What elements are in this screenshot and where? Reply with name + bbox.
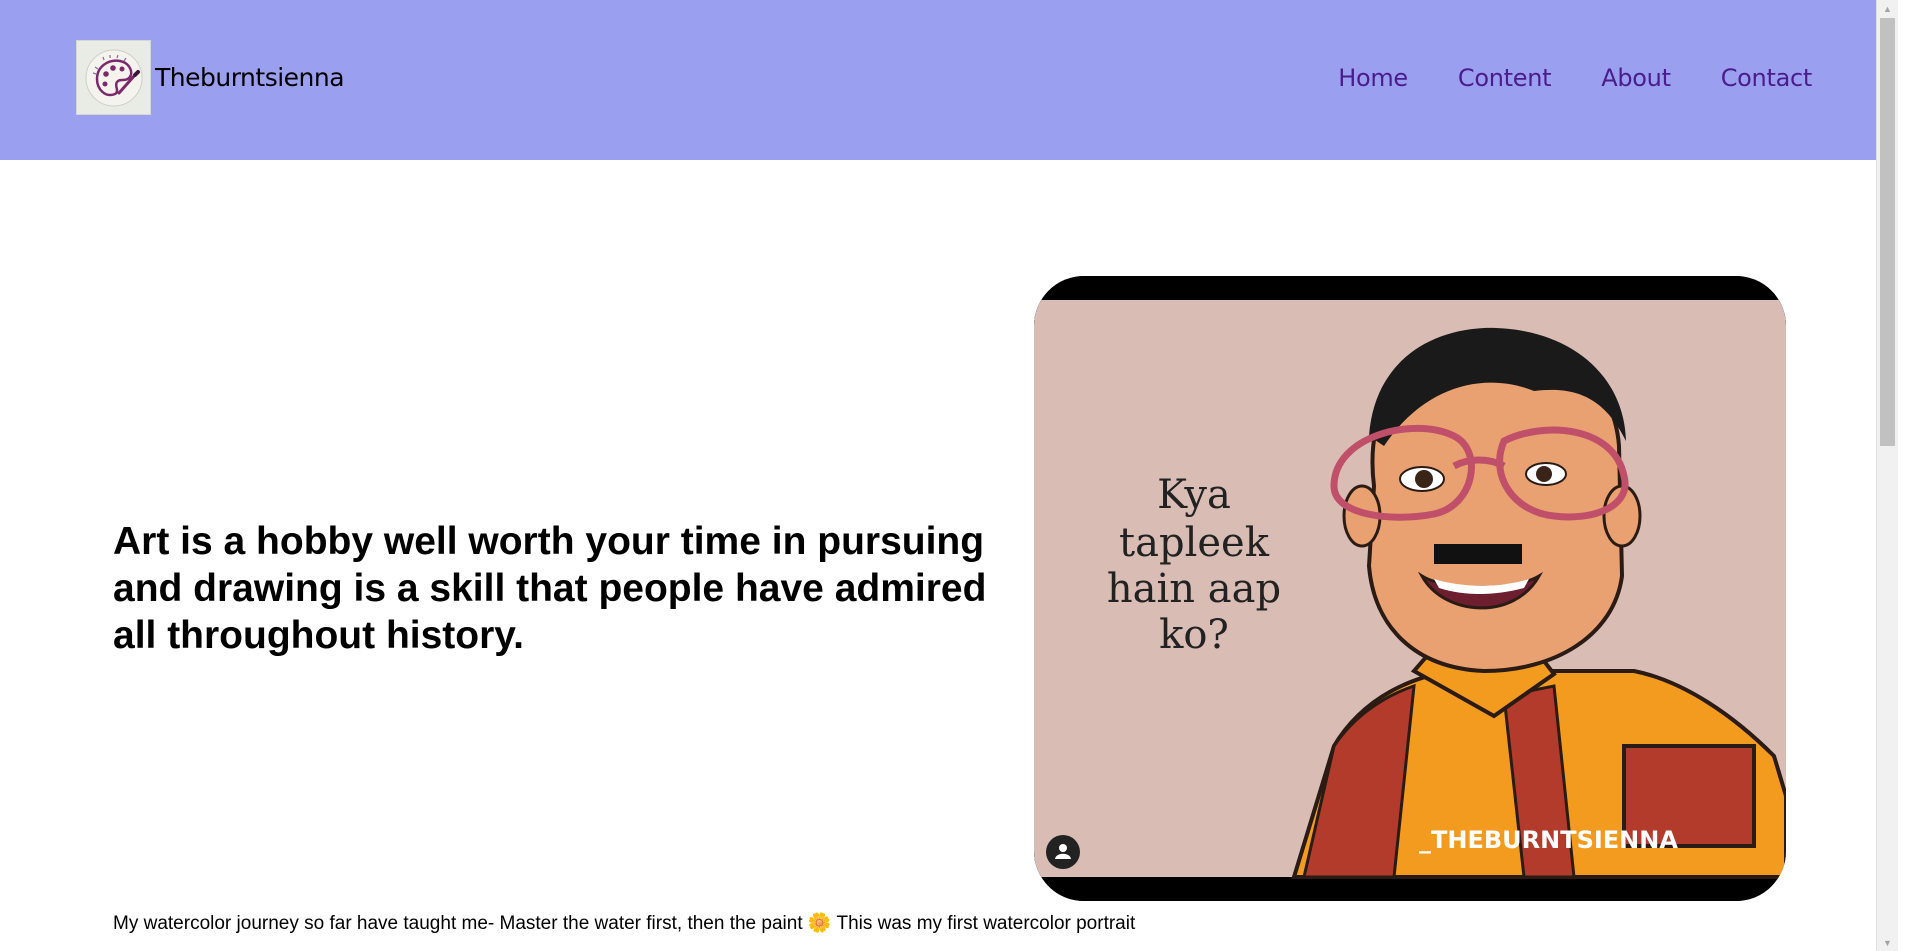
brand-link[interactable]: Theburntsienna [76,40,345,115]
nav-about[interactable]: About [1601,64,1671,92]
nav-content[interactable]: Content [1458,64,1552,92]
image-text-line-3: hain aap [1107,566,1281,612]
nav-contact[interactable]: Contact [1721,64,1813,92]
scrollbar-thumb[interactable] [1880,18,1895,446]
palette-icon [76,40,151,115]
hero-headline: Art is a hobby well worth your time in p… [113,520,987,657]
caricature-illustration: Kya tapleek hain aap ko? _THEBURNTSIENNA [1034,276,1786,901]
nav-home[interactable]: Home [1338,64,1408,92]
image-text-line-2: tapleek [1119,520,1270,566]
image-text-line-1: Kya [1157,472,1231,518]
scroll-up-icon[interactable]: ▲ [1877,0,1898,17]
page: Theburntsienna Home Content About Contac… [0,0,1898,951]
brand-name: Theburntsienna [155,63,345,92]
vertical-scrollbar[interactable]: ▲ ▼ [1876,0,1898,951]
image-text-line-4: ko? [1159,612,1229,658]
navbar: Theburntsienna Home Content About Contac… [0,0,1898,160]
hero-image[interactable]: Kya tapleek hain aap ko? _THEBURNTSIENNA [1034,276,1786,901]
scroll-down-icon[interactable]: ▼ [1877,934,1898,951]
post-caption: My watercolor journey so far have taught… [113,913,1136,934]
main-nav: Home Content About Contact [1338,64,1812,92]
image-watermark: _THEBURNTSIENNA [1419,826,1678,854]
